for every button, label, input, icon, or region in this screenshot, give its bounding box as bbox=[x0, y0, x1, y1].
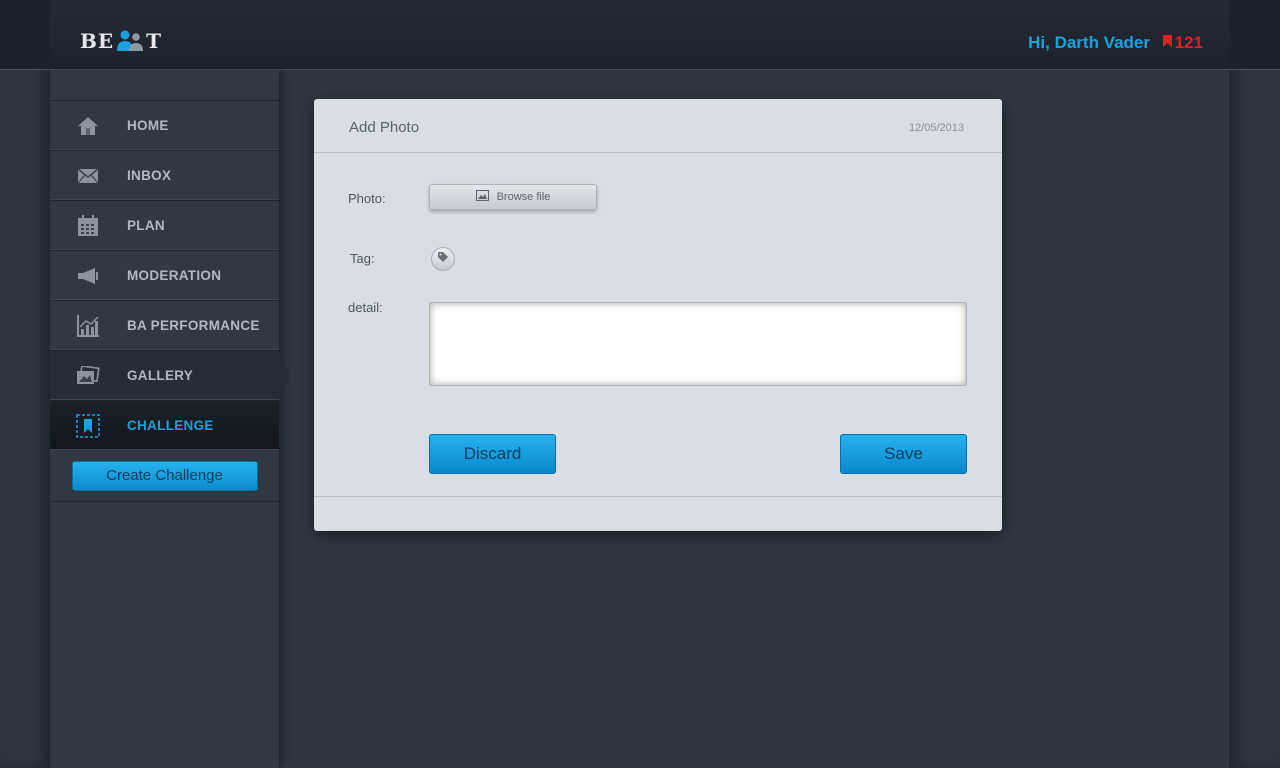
create-challenge-button[interactable]: Create Challenge bbox=[71, 460, 258, 491]
user-greeting[interactable]: Hi, Darth Vader bbox=[1028, 33, 1150, 53]
sidebar-item-gallery[interactable]: GALLERY bbox=[50, 350, 290, 401]
sidebar-item-label: PLAN bbox=[127, 217, 165, 233]
sidebar-item-label: CHALLENGE bbox=[127, 417, 214, 433]
create-challenge-row: Create Challenge bbox=[50, 450, 279, 502]
badge-count: 121 bbox=[1174, 33, 1203, 52]
sidebar-item-plan[interactable]: PLAN bbox=[50, 200, 279, 250]
notification-badge[interactable]: 121 bbox=[1162, 33, 1203, 53]
discard-button[interactable]: Discard bbox=[429, 434, 556, 474]
tag-button[interactable] bbox=[431, 247, 455, 271]
detail-input[interactable] bbox=[429, 302, 967, 386]
photo-label: Photo: bbox=[348, 191, 386, 206]
people-icon bbox=[114, 30, 146, 52]
calendar-icon bbox=[76, 215, 100, 237]
sidebar-item-label: GALLERY bbox=[127, 367, 194, 383]
envelope-icon bbox=[76, 165, 100, 187]
dialog-footer-divider bbox=[314, 496, 1002, 497]
tag-icon bbox=[437, 250, 449, 268]
flag-icon bbox=[1162, 33, 1173, 53]
dialog-date: 12/05/2013 bbox=[908, 122, 964, 134]
nav-list: HOME INBOX PLAN MODERATION BA PERFORMANC… bbox=[50, 100, 290, 502]
home-icon bbox=[76, 115, 100, 137]
sidebar-item-label: BA PERFORMANCE bbox=[127, 317, 260, 333]
detail-label: detail: bbox=[348, 300, 383, 315]
right-gutter bbox=[1229, 0, 1280, 768]
save-button[interactable]: Save bbox=[840, 434, 967, 474]
sidebar: HOME INBOX PLAN MODERATION BA PERFORMANC… bbox=[50, 70, 290, 768]
app-logo[interactable]: BE T bbox=[80, 28, 162, 54]
photos-icon bbox=[76, 365, 100, 387]
bookmark-icon bbox=[76, 414, 100, 438]
dialog-title: Add Photo bbox=[349, 119, 420, 136]
sidebar-item-label: MODERATION bbox=[127, 267, 222, 283]
logo-text-right: T bbox=[146, 29, 163, 53]
top-header: BE T Hi, Darth Vader 121 bbox=[0, 0, 1280, 70]
logo-text-left: BE bbox=[80, 29, 115, 53]
add-photo-dialog: Add Photo 12/05/2013 Photo: Browse file … bbox=[314, 99, 1002, 531]
sidebar-item-label: HOME bbox=[127, 117, 169, 133]
sidebar-item-inbox[interactable]: INBOX bbox=[50, 150, 279, 200]
browse-file-label: Browse file bbox=[496, 191, 551, 203]
sidebar-item-label: INBOX bbox=[127, 167, 172, 183]
sidebar-item-moderation[interactable]: MODERATION bbox=[50, 250, 279, 300]
dialog-header: Add Photo 12/05/2013 bbox=[314, 99, 1002, 153]
sidebar-item-home[interactable]: HOME bbox=[50, 100, 279, 150]
image-icon bbox=[475, 190, 489, 204]
chart-icon bbox=[76, 315, 100, 337]
megaphone-icon bbox=[76, 265, 100, 287]
sidebar-item-ba-performance[interactable]: BA PERFORMANCE bbox=[50, 300, 279, 350]
sidebar-item-challenge[interactable]: CHALLENGE bbox=[50, 400, 279, 450]
left-gutter bbox=[0, 0, 50, 768]
browse-file-button[interactable]: Browse file bbox=[429, 184, 597, 210]
tag-label: Tag: bbox=[350, 251, 375, 266]
